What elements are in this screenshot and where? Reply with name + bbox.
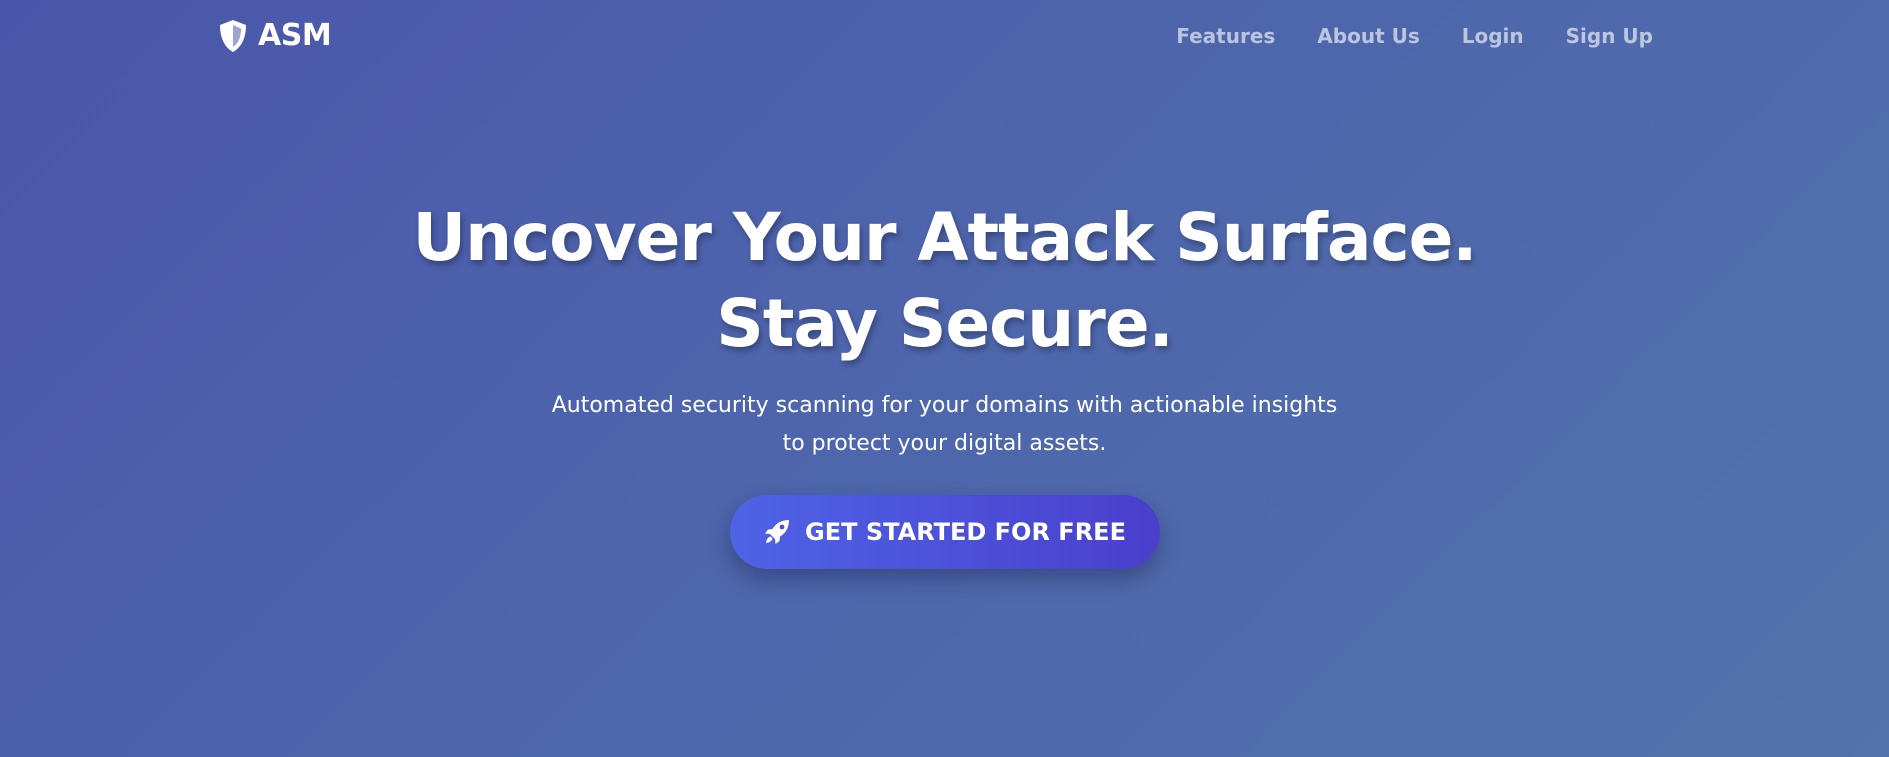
nav-link-sign-up[interactable]: Sign Up [1566,24,1653,48]
cta-container: GET STARTED FOR FREE [0,495,1889,569]
shield-icon [218,19,248,53]
rocket-icon [763,518,791,546]
hero-title: Uncover Your Attack Surface. Stay Secure… [0,195,1889,367]
navbar: ASM Features About Us Login Sign Up [0,0,1889,74]
hero-subtitle-line-1: Automated security scanning for your dom… [551,393,1338,418]
get-started-label: GET STARTED FOR FREE [805,518,1126,546]
hero-subtitle: Automated security scanning for your dom… [0,387,1889,463]
nav-link-about-us[interactable]: About Us [1317,24,1419,48]
brand-name: ASM [258,18,332,53]
nav-link-features[interactable]: Features [1176,24,1275,48]
get-started-button[interactable]: GET STARTED FOR FREE [729,495,1160,569]
hero-section: Uncover Your Attack Surface. Stay Secure… [0,195,1889,569]
brand-logo-link[interactable]: ASM [218,18,332,53]
hero-title-line-2: Stay Secure. [716,285,1173,362]
nav-link-login[interactable]: Login [1462,24,1524,48]
nav-links: Features About Us Login Sign Up [1176,24,1653,48]
hero-subtitle-line-2: to protect your digital assets. [782,431,1107,456]
hero-title-line-1: Uncover Your Attack Surface. [412,199,1478,276]
